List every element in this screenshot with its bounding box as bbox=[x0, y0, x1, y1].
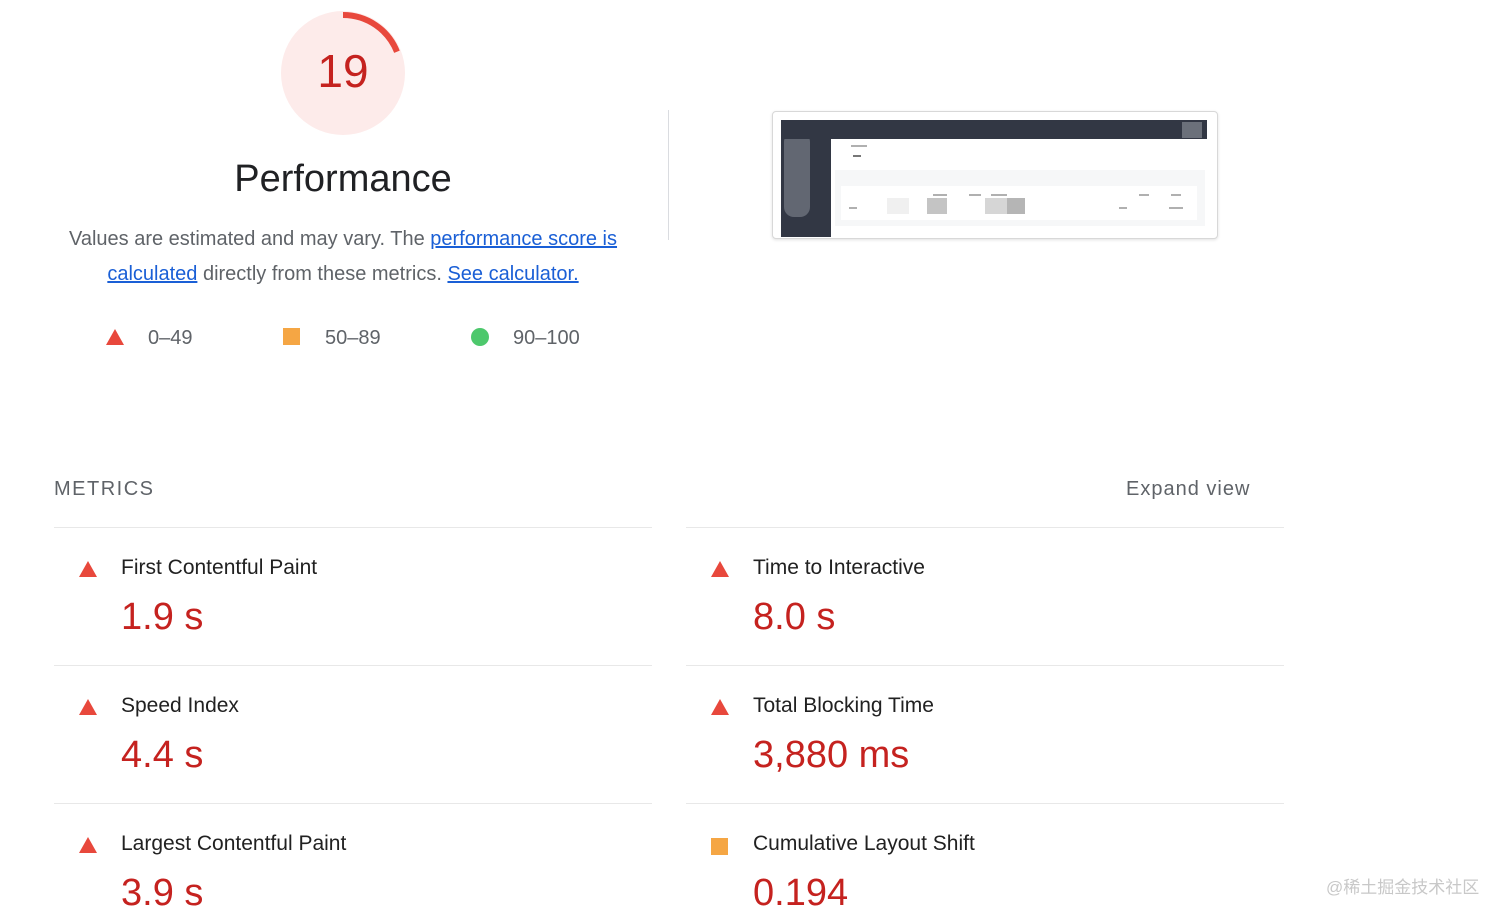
triangle-icon bbox=[79, 699, 97, 715]
triangle-icon bbox=[79, 837, 97, 853]
metric-label: Total Blocking Time bbox=[753, 694, 934, 717]
thumbnail-blur bbox=[784, 132, 810, 217]
metric-value: 3.9 s bbox=[121, 872, 204, 914]
performance-description: Values are estimated and may vary. The p… bbox=[48, 222, 638, 292]
metric-label: First Contentful Paint bbox=[121, 556, 318, 579]
see-calculator-link[interactable]: See calculator. bbox=[447, 263, 578, 285]
metrics-section-title: METRICS bbox=[54, 478, 155, 500]
square-icon bbox=[711, 838, 728, 855]
thumbnail-text bbox=[969, 194, 981, 196]
legend-range: 50–89 bbox=[325, 327, 381, 349]
vertical-divider bbox=[668, 110, 669, 240]
legend-range: 0–49 bbox=[148, 327, 193, 349]
triangle-icon bbox=[711, 699, 729, 715]
metric-largest-contentful-paint: Largest Contentful Paint 3.9 s bbox=[54, 804, 652, 919]
metric-value: 0.194 bbox=[753, 872, 849, 914]
thumbnail-block bbox=[985, 198, 1009, 214]
thumbnail-block bbox=[1007, 198, 1025, 214]
metric-speed-index: Speed Index 4.4 s bbox=[54, 666, 652, 803]
metric-label: Cumulative Layout Shift bbox=[753, 832, 975, 855]
thumbnail-text bbox=[991, 194, 1007, 196]
triangle-icon bbox=[106, 329, 124, 345]
metric-value: 8.0 s bbox=[753, 596, 836, 638]
legend-range: 90–100 bbox=[513, 327, 580, 349]
metric-label: Largest Contentful Paint bbox=[121, 832, 347, 855]
metric-total-blocking-time: Total Blocking Time 3,880 ms bbox=[686, 666, 1284, 803]
thumbnail-text bbox=[851, 145, 867, 147]
expand-view-button[interactable]: Expand view bbox=[1126, 478, 1250, 501]
square-icon bbox=[283, 328, 300, 345]
score-value: 19 bbox=[317, 45, 369, 97]
triangle-icon bbox=[711, 561, 729, 577]
thumbnail-text bbox=[853, 155, 861, 157]
metric-label: Time to Interactive bbox=[753, 556, 925, 579]
metric-label: Speed Index bbox=[121, 694, 239, 717]
metric-value: 3,880 ms bbox=[753, 734, 910, 776]
thumbnail-text bbox=[1171, 194, 1181, 196]
score-gauge: 19 bbox=[276, 6, 410, 140]
category-title: Performance bbox=[234, 158, 452, 200]
metric-time-to-interactive: Time to Interactive 8.0 s bbox=[686, 528, 1284, 665]
thumbnail-topbar bbox=[781, 120, 1207, 139]
description-text-1: Values are estimated and may vary. The bbox=[68, 228, 431, 250]
thumbnail-text bbox=[1169, 207, 1183, 209]
watermark-text: @稀土掘金技术社区 bbox=[1326, 878, 1480, 897]
thumbnail-corner bbox=[1182, 122, 1202, 138]
thumbnail-block bbox=[887, 198, 909, 214]
metric-first-contentful-paint: First Contentful Paint 1.9 s bbox=[54, 528, 652, 665]
metric-value: 4.4 s bbox=[121, 734, 204, 776]
thumbnail-text bbox=[1119, 207, 1127, 209]
thumbnail-block bbox=[927, 198, 947, 214]
metric-cumulative-layout-shift: Cumulative Layout Shift 0.194 bbox=[686, 804, 1284, 919]
circle-icon bbox=[471, 328, 489, 346]
thumbnail-text bbox=[849, 207, 857, 209]
triangle-icon bbox=[79, 561, 97, 577]
final-screenshot-thumbnail[interactable] bbox=[772, 111, 1218, 239]
thumbnail-text bbox=[1139, 194, 1149, 196]
description-text-2: directly from these metrics. bbox=[197, 263, 448, 285]
thumbnail-text bbox=[933, 194, 947, 196]
metric-value: 1.9 s bbox=[121, 596, 204, 638]
